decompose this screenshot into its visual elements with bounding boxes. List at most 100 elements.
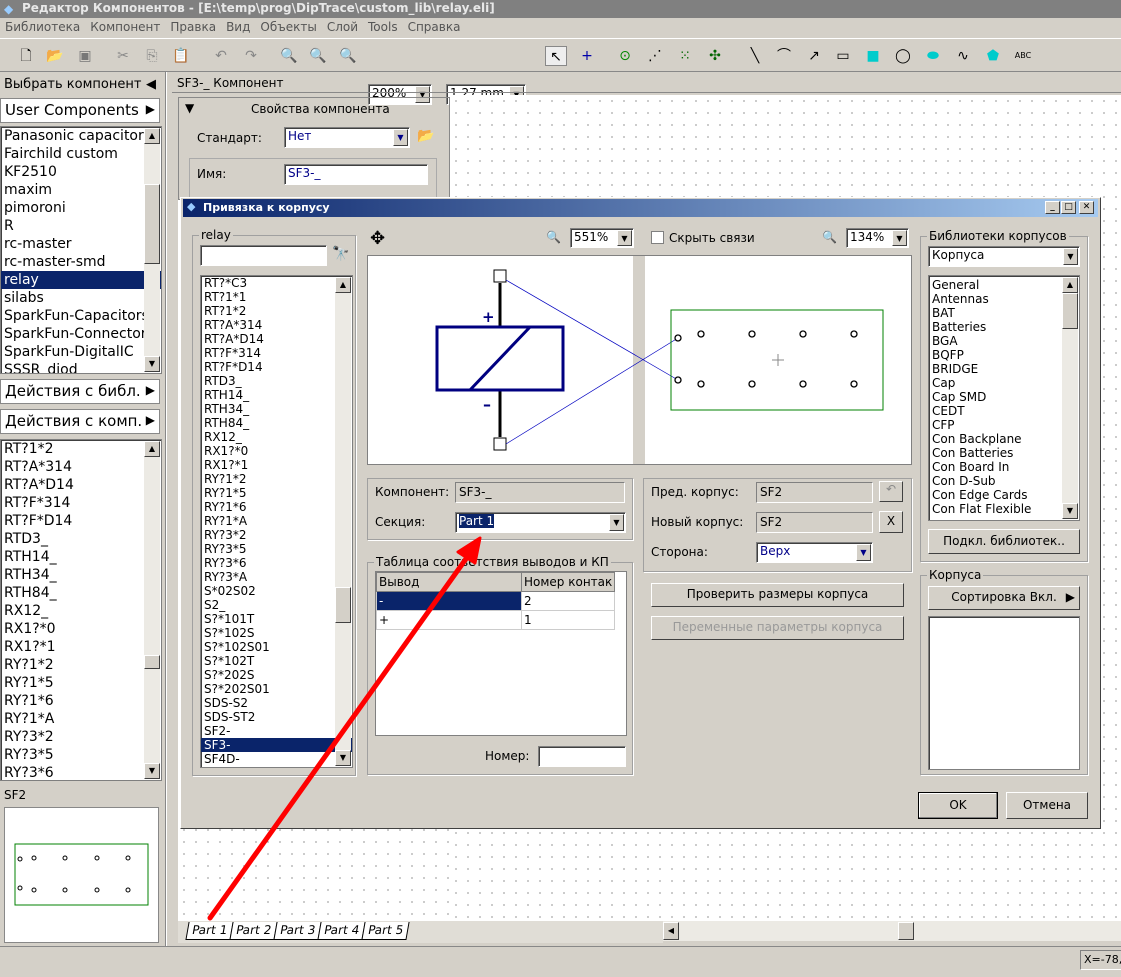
paste-icon[interactable]: 📋 — [170, 46, 192, 66]
scroll-left-icon[interactable]: ◀ — [663, 922, 679, 940]
scroll-thumb[interactable] — [898, 922, 914, 940]
filled-rectangle-icon[interactable]: ■ — [862, 46, 884, 66]
open-folder-icon[interactable]: 📂 — [417, 128, 434, 144]
redo-icon[interactable]: ↷ — [240, 46, 262, 66]
cross-pins-icon[interactable]: ✣ — [704, 46, 726, 66]
pin-tool-icon[interactable]: ⊙ — [614, 46, 636, 66]
menu-objects[interactable]: Объекты — [255, 18, 321, 36]
pattern-library-item[interactable]: Cap SMD — [929, 390, 1079, 404]
component-item[interactable]: S?*101T — [201, 612, 352, 626]
component-item[interactable]: SF3- — [201, 738, 352, 752]
binoculars-icon[interactable]: 🔭 — [332, 246, 349, 262]
component-item[interactable]: SF4D- — [201, 752, 352, 766]
library-item[interactable]: Panasonic capacitors — [1, 127, 161, 145]
component-item[interactable]: RY?3*5 — [201, 542, 352, 556]
library-item[interactable]: R — [1, 217, 161, 235]
preview-splitter[interactable] — [633, 256, 645, 464]
column-header-pin[interactable]: Вывод — [376, 572, 522, 592]
scroll-down-icon[interactable]: ▼ — [1062, 503, 1078, 519]
component-item[interactable]: S2_ — [201, 598, 352, 612]
library-item[interactable]: maxim — [1, 181, 161, 199]
component-item[interactable]: RTH34_ — [1, 566, 161, 584]
component-item[interactable]: S?*102S — [201, 626, 352, 640]
component-item[interactable]: SF2- — [201, 724, 352, 738]
filled-ellipse-icon[interactable]: ⬬ — [922, 46, 944, 66]
component-item[interactable]: RY?1*6 — [201, 500, 352, 514]
library-item[interactable]: rc-master — [1, 235, 161, 253]
component-item[interactable]: RY?1*A — [1, 710, 161, 728]
component-item[interactable]: RX12_ — [1, 602, 161, 620]
component-item[interactable]: RY?1*5 — [1, 674, 161, 692]
clear-pattern-button[interactable]: X — [879, 511, 903, 533]
pattern-library-item[interactable]: Con Flat Flexible — [929, 502, 1079, 516]
document-tab[interactable]: SF3-_ Компонент — [177, 76, 283, 90]
component-item[interactable]: SDS-ST2 — [201, 710, 352, 724]
component-item[interactable]: RT?A*D14 — [201, 332, 352, 346]
column-header-pad[interactable]: Номер контак — [520, 572, 616, 592]
cancel-button[interactable]: Отмена — [1006, 792, 1088, 819]
dialog-list-scrollbar[interactable]: ▲ ▼ — [335, 277, 351, 766]
component-item[interactable]: RT?*C3 — [201, 276, 352, 290]
hide-links-checkbox[interactable] — [651, 231, 664, 244]
line-tool-icon[interactable]: ╲ — [744, 46, 766, 66]
right-zoom-select[interactable]: 134% ▼ — [846, 228, 909, 248]
polyline-tool-icon[interactable]: ∿ — [952, 46, 974, 66]
library-item[interactable]: Fairchild custom — [1, 145, 161, 163]
number-input[interactable] — [538, 746, 626, 767]
sort-button[interactable]: Сортировка Вкл. ▶ — [928, 586, 1080, 610]
pattern-library-item[interactable]: Batteries — [929, 320, 1079, 334]
standard-select[interactable]: Нет ▼ — [284, 127, 410, 148]
library-scrollbar[interactable]: ▲ ▼ — [144, 128, 160, 372]
variable-parameters-button[interactable]: Переменные параметры корпуса — [651, 616, 904, 640]
pattern-library-item[interactable]: CFP — [929, 418, 1079, 432]
component-actions-button[interactable]: Действия с комп. ▶ — [0, 409, 160, 434]
connect-libraries-button[interactable]: Подкл. библиотек.. — [928, 529, 1080, 554]
component-item[interactable]: RTH34_ — [201, 402, 352, 416]
component-item[interactable]: RTH84_ — [201, 416, 352, 430]
maximize-button[interactable]: □ — [1061, 201, 1076, 214]
copy-icon[interactable]: ⎘ — [141, 46, 163, 66]
save-icon[interactable]: ▣ — [74, 46, 96, 66]
undo-icon[interactable]: ↶ — [210, 46, 232, 66]
library-item[interactable]: pimoroni — [1, 199, 161, 217]
component-item[interactable]: SDS-S2 — [201, 696, 352, 710]
library-item[interactable]: KF2510 — [1, 163, 161, 181]
pattern-library-list[interactable]: General Antennas BAT Batteries BGA BQFP BRIDGE… — [928, 275, 1080, 521]
component-item[interactable]: RTD3_ — [1, 530, 161, 548]
pattern-library-item[interactable]: CEDT — [929, 404, 1079, 418]
component-item[interactable]: RX1?*1 — [201, 458, 352, 472]
pin-cell[interactable]: + — [376, 610, 522, 630]
component-item[interactable]: RT?A*314 — [1, 458, 161, 476]
menu-component[interactable]: Компонент — [85, 18, 165, 36]
component-item[interactable]: S?*102S01 — [201, 640, 352, 654]
move-icon[interactable]: ✥ — [370, 228, 385, 249]
open-folder-icon[interactable]: 📂 — [44, 46, 66, 66]
dialog-component-list[interactable]: RT?*C3 RT?1*1 RT?1*2 RT?A*314 RT?A*D14 RT?F*3… — [200, 275, 353, 768]
menu-library[interactable]: Библиотека — [0, 18, 85, 36]
component-item[interactable]: RY?1*A — [201, 514, 352, 528]
pattern-library-item[interactable]: General — [929, 278, 1079, 292]
component-item[interactable]: RTH14_ — [201, 388, 352, 402]
pattern-library-item[interactable]: Cap — [929, 376, 1079, 390]
zoom-in-icon[interactable]: 🔍 — [278, 46, 300, 66]
pattern-library-item[interactable]: Con Board In — [929, 460, 1079, 474]
splitter[interactable] — [165, 72, 167, 947]
scroll-down-icon[interactable]: ▼ — [144, 763, 160, 779]
component-item[interactable]: RY?3*6 — [1, 764, 161, 780]
pattern-library-item[interactable]: BQFP — [929, 348, 1079, 362]
close-button[interactable]: ✕ — [1079, 201, 1094, 214]
tab-part-5[interactable]: Part 5 — [361, 922, 410, 940]
arrow-tool-icon[interactable]: ↗ — [803, 46, 825, 66]
component-list[interactable]: RT?1*2 RT?A*314 RT?A*D14 RT?F*314 RT?F*D14 RT… — [0, 439, 162, 781]
scroll-thumb[interactable] — [335, 587, 351, 623]
component-item[interactable]: RT?A*314 — [201, 318, 352, 332]
library-item[interactable]: SparkFun-DigitalIC — [1, 343, 161, 361]
side-select[interactable]: Верх ▼ — [756, 542, 873, 563]
zoom-fit-icon[interactable]: 🔍 — [337, 46, 359, 66]
component-item[interactable]: RY?3*2 — [1, 728, 161, 746]
pattern-library-item[interactable]: BRIDGE — [929, 362, 1079, 376]
component-item[interactable]: RX1?*1 — [1, 638, 161, 656]
pin-cell[interactable]: - — [376, 591, 522, 611]
component-item[interactable]: S*02S02 — [201, 584, 352, 598]
tab-part-4[interactable]: Part 4 — [317, 922, 366, 940]
